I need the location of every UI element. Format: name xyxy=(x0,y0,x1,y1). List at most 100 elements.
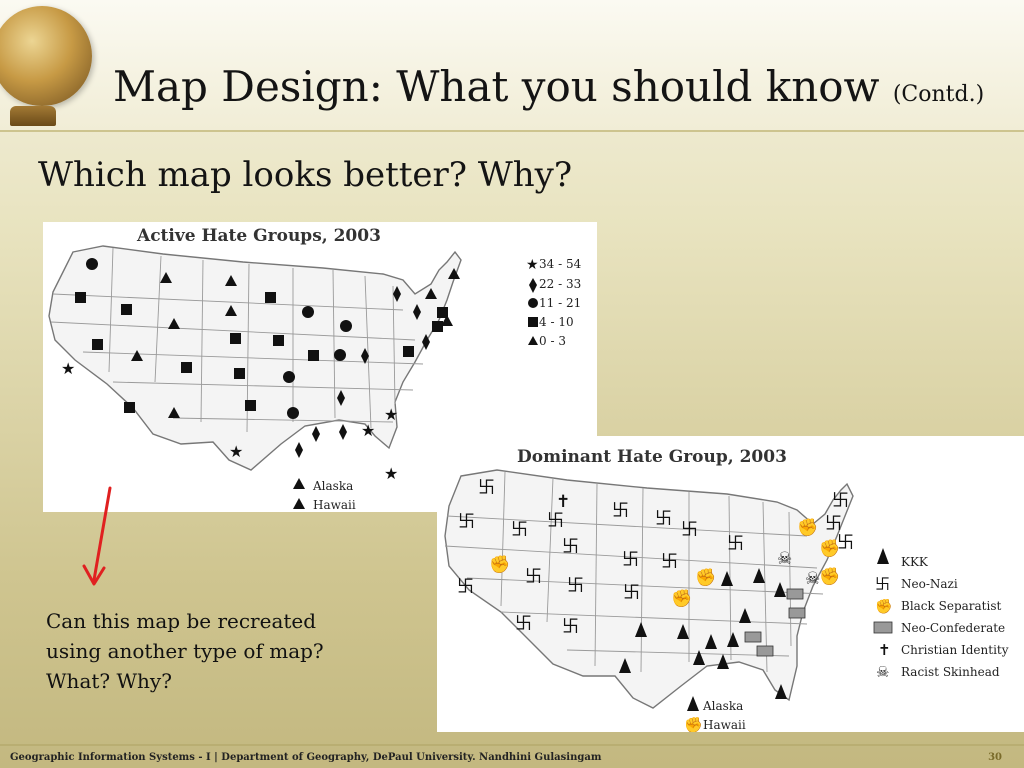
fist-icon: ✊ xyxy=(819,539,840,559)
legend-square-icon xyxy=(528,317,538,327)
legend-confederate-flag-icon xyxy=(873,621,893,634)
map2-legend-label: Neo-Nazi xyxy=(901,577,958,591)
star-symbol: ★ xyxy=(61,359,75,378)
diamond-symbol xyxy=(295,442,303,458)
circle-symbol xyxy=(283,371,295,383)
skull-icon: ☠ xyxy=(805,569,820,589)
caption-line: using another type of map? xyxy=(46,639,324,663)
circle-symbol xyxy=(302,306,314,318)
map1-legend-label: 22 - 33 xyxy=(539,277,581,291)
legend-swastika-icon: 卐 xyxy=(875,575,890,593)
map2-legend: KKK 卐 Neo-Nazi ✊ Black Separatist Neo-Co… xyxy=(873,548,1009,681)
confederate-flag-icon xyxy=(744,631,762,643)
confederate-flag-icon xyxy=(756,645,774,657)
square-symbol xyxy=(92,339,103,350)
legend-diamond-icon xyxy=(529,278,537,293)
square-symbol xyxy=(432,321,443,332)
cross-icon: ✝ xyxy=(556,492,570,512)
map1-inset-alaska: Alaska xyxy=(312,479,353,493)
map2-legend-label: Christian Identity xyxy=(901,643,1009,657)
map1-legend: ★ 34 - 54 22 - 33 11 - 21 4 - 10 0 - 3 xyxy=(526,257,582,348)
map2-legend-label: Neo-Confederate xyxy=(901,621,1005,635)
page-number: 30 xyxy=(988,752,1002,763)
swastika-icon: 卐 xyxy=(478,478,495,498)
alaska-hood-icon xyxy=(687,696,699,711)
hawaii-triangle xyxy=(293,498,305,509)
map1-title: Active Hate Groups, 2003 xyxy=(136,226,381,246)
alaska-triangle xyxy=(293,478,305,489)
skull-icon: ☠ xyxy=(777,549,792,569)
map2-legend-label: Black Separatist xyxy=(901,599,1001,613)
globe-stand xyxy=(10,106,56,126)
swastika-icon: 卐 xyxy=(681,520,698,540)
map2-insets: ✊ xyxy=(684,696,703,732)
circle-symbol xyxy=(340,320,352,332)
swastika-icon: 卐 xyxy=(612,501,629,521)
fist-icon: ✊ xyxy=(819,567,840,587)
caption-line: Can this map be recreated xyxy=(46,609,317,633)
swastika-icon: 卐 xyxy=(562,617,579,637)
swastika-icon: 卐 xyxy=(562,537,579,557)
circle-symbol xyxy=(287,407,299,419)
slide-title: Map Design: What you should know (Contd.… xyxy=(113,66,984,108)
map1-insets xyxy=(293,478,305,509)
map2-legend-label: Racist Skinhead xyxy=(901,665,1000,679)
swastika-icon: 卐 xyxy=(525,567,542,587)
swastika-icon: 卐 xyxy=(825,514,842,534)
swastika-icon: 卐 xyxy=(458,512,475,532)
legend-star-icon: ★ xyxy=(526,257,539,273)
legend-triangle-icon xyxy=(528,336,538,345)
dominant-hate-group-map: Dominant Hate Group, 2003 卐 ✝ 卐 卐 卐 卐 卐 … xyxy=(437,436,1024,732)
star-symbol: ★ xyxy=(229,442,243,461)
caption: Can this map be recreated using another … xyxy=(46,606,376,696)
legend-skull-icon: ☠ xyxy=(876,663,889,681)
square-symbol xyxy=(75,292,86,303)
fist-icon: ✊ xyxy=(671,589,692,609)
swastika-icon: 卐 xyxy=(623,583,640,603)
legend-cross-icon: ✝ xyxy=(878,641,891,659)
swastika-icon: 卐 xyxy=(547,511,564,531)
square-symbol xyxy=(245,400,256,411)
map1-legend-label: 0 - 3 xyxy=(539,334,566,348)
map1-legend-label: 11 - 21 xyxy=(539,296,581,310)
swastika-icon: 卐 xyxy=(515,614,532,634)
map2-title: Dominant Hate Group, 2003 xyxy=(517,447,787,467)
square-symbol xyxy=(273,335,284,346)
map2-svg: Dominant Hate Group, 2003 卐 ✝ 卐 卐 卐 卐 卐 … xyxy=(444,447,1009,732)
map1-inset-hawaii: Hawaii xyxy=(313,498,356,512)
map2-inset-alaska: Alaska xyxy=(702,699,743,713)
map1-legend-label: 34 - 54 xyxy=(539,257,582,271)
legend-fist-icon: ✊ xyxy=(875,598,892,615)
footer-text: Geographic Information Systems - I | Dep… xyxy=(10,752,602,763)
swastika-icon: 卐 xyxy=(655,509,672,529)
legend-hood-icon xyxy=(877,548,889,564)
fist-icon: ✊ xyxy=(695,568,716,588)
hawaii-fist-icon: ✊ xyxy=(684,716,703,732)
slide-question: Which map looks better? Why? xyxy=(38,155,573,195)
fist-icon: ✊ xyxy=(489,555,510,575)
square-symbol xyxy=(124,402,135,413)
diamond-symbol xyxy=(312,426,320,442)
swastika-icon: 卐 xyxy=(622,550,639,570)
swastika-icon: 卐 xyxy=(661,552,678,572)
star-symbol: ★ xyxy=(384,464,398,483)
square-symbol xyxy=(265,292,276,303)
square-symbol xyxy=(308,350,319,361)
square-symbol xyxy=(121,304,132,315)
caption-line: What? Why? xyxy=(46,669,172,693)
map1-legend-label: 4 - 10 xyxy=(539,315,574,329)
swastika-icon: 卐 xyxy=(832,491,849,511)
confederate-flag-icon xyxy=(788,607,806,619)
swastika-icon: 卐 xyxy=(457,577,474,597)
legend-circle-icon xyxy=(528,298,538,308)
square-symbol xyxy=(230,333,241,344)
circle-symbol xyxy=(334,349,346,361)
star-symbol: ★ xyxy=(384,405,398,424)
square-symbol xyxy=(234,368,245,379)
swastika-icon: 卐 xyxy=(567,576,584,596)
square-symbol xyxy=(181,362,192,373)
star-symbol: ★ xyxy=(361,421,375,440)
map2-inset-hawaii: Hawaii xyxy=(703,718,746,732)
circle-symbol xyxy=(86,258,98,270)
swastika-icon: 卐 xyxy=(727,534,744,554)
